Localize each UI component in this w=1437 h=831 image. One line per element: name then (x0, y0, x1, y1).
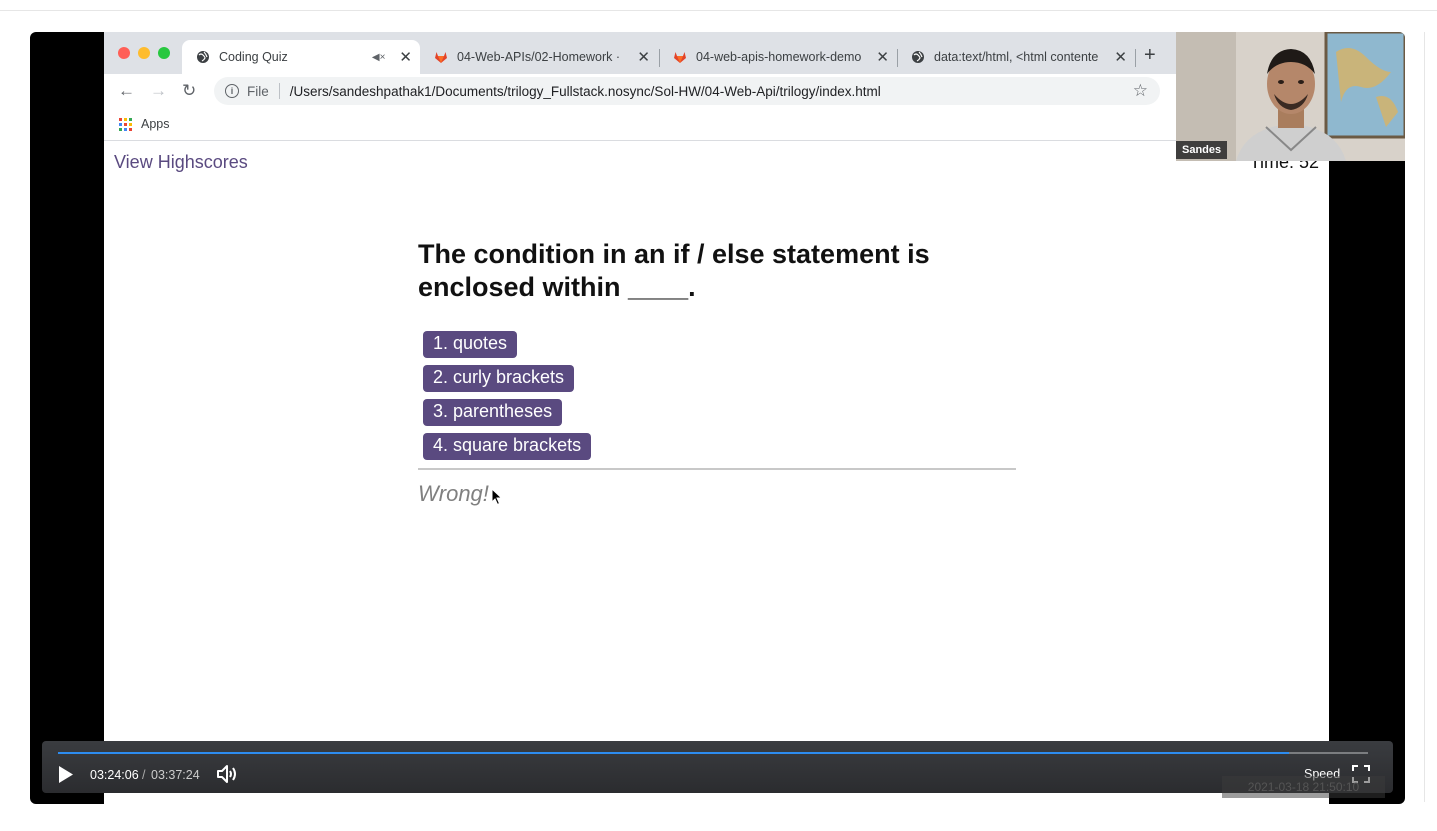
info-icon[interactable]: i (225, 84, 239, 98)
tab-title: data:text/html, <html contente (934, 50, 1099, 64)
play-icon[interactable] (58, 765, 74, 784)
presenter-name-tag: Sandes (1176, 141, 1228, 159)
close-tab-icon[interactable]: ✕ (876, 48, 889, 66)
globe-icon (911, 50, 925, 64)
close-tab-icon[interactable]: ✕ (1114, 48, 1127, 66)
timestamp-watermark: 2021-03-18 21:50:10 (1222, 776, 1385, 798)
reload-icon[interactable]: ↻ (182, 81, 196, 101)
choice-button[interactable]: 1. quotes (423, 331, 518, 358)
tab-separator (1135, 49, 1136, 67)
browser-window: Coding Quiz ◀× ✕ 04-Web-APIs/02-Homework… (104, 32, 1329, 804)
address-bar[interactable]: i File /Users/sandeshpathak1/Documents/t… (214, 77, 1160, 105)
mouse-cursor-icon (491, 488, 503, 506)
tab-data-url[interactable]: data:text/html, <html contente ✕ (897, 40, 1135, 74)
apps-bookmark[interactable]: Apps (141, 117, 170, 131)
tab-homework-demo[interactable]: 04-web-apis-homework-demo ✕ (659, 40, 897, 74)
current-time: 03:24:06 (90, 768, 139, 782)
gitlab-icon (434, 50, 448, 64)
seek-bar[interactable] (58, 752, 1368, 754)
total-time: 03:37:24 (151, 768, 200, 782)
feedback-divider (418, 468, 1016, 470)
top-divider (0, 10, 1437, 11)
seek-bar-fill (58, 752, 1290, 754)
close-tab-icon[interactable]: ✕ (399, 48, 412, 66)
apps-grid-icon (119, 117, 132, 131)
minimize-window-icon[interactable] (138, 47, 150, 59)
tab-homework[interactable]: 04-Web-APIs/02-Homework · ✕ (420, 40, 658, 74)
choice-list: 1. quotes 2. curly brackets 3. parenthes… (423, 331, 592, 467)
gitlab-icon (673, 50, 687, 64)
close-window-icon[interactable] (118, 47, 130, 59)
view-highscores-link[interactable]: View Highscores (114, 152, 248, 173)
maximize-window-icon[interactable] (158, 47, 170, 59)
tab-strip: Coding Quiz ◀× ✕ 04-Web-APIs/02-Homework… (104, 32, 1329, 74)
tab-title: Coding Quiz (219, 50, 288, 64)
tab-title: 04-Web-APIs/02-Homework · (457, 50, 621, 64)
back-arrow-icon[interactable]: ← (118, 81, 135, 101)
browser-toolbar: ← → ↻ i File /Users/sandeshpathak1/Docum… (104, 74, 1329, 108)
right-divider (1424, 32, 1425, 802)
quiz-page: View Highscores Time: 52 The condition i… (104, 141, 1329, 804)
choice-button[interactable]: 2. curly brackets (423, 365, 575, 392)
tab-coding-quiz[interactable]: Coding Quiz ◀× ✕ (182, 40, 420, 74)
address-separator (278, 83, 280, 99)
new-tab-button[interactable]: + (1144, 44, 1156, 67)
player-controls: 03:24:06 / 03:37:24 Speed (42, 741, 1393, 793)
choice-button[interactable]: 4. square brackets (423, 433, 592, 460)
answer-feedback: Wrong! (418, 481, 489, 506)
globe-icon (196, 50, 210, 64)
speaker-muted-icon[interactable]: ◀× (372, 52, 386, 63)
time-separator: / (142, 768, 146, 782)
tab-title: 04-web-apis-homework-demo (696, 50, 862, 64)
forward-arrow-icon[interactable]: → (150, 81, 167, 101)
question-text: The condition in an if / else statement … (418, 239, 930, 302)
bookmark-star-icon[interactable]: ☆ (1133, 81, 1148, 101)
choice-button[interactable]: 3. parentheses (423, 399, 563, 426)
volume-icon[interactable] (216, 764, 238, 784)
address-url[interactable]: /Users/sandeshpathak1/Documents/trilogy_… (290, 84, 881, 99)
video-player[interactable]: Coding Quiz ◀× ✕ 04-Web-APIs/02-Homework… (30, 32, 1405, 804)
bookmarks-bar: Apps (104, 108, 1329, 141)
scheme-label: File (247, 83, 269, 99)
close-tab-icon[interactable]: ✕ (637, 48, 650, 66)
